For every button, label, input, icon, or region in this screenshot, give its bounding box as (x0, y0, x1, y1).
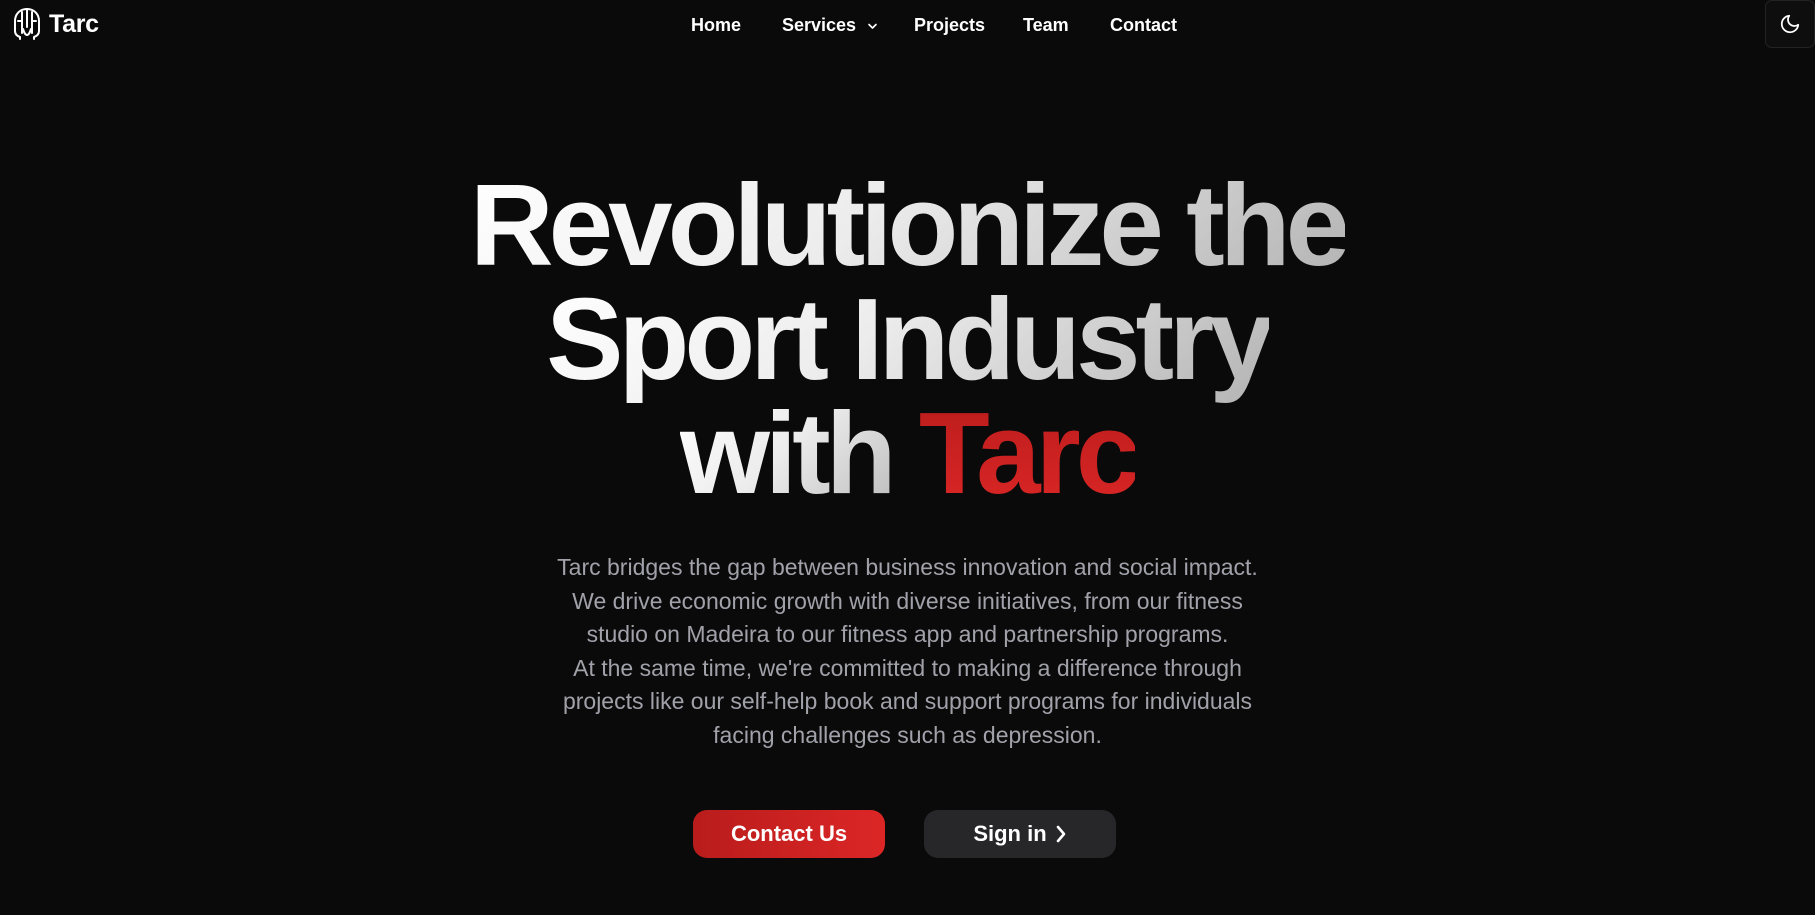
hero-description-line: At the same time, we're committed to mak… (573, 654, 1242, 681)
hero-description-line: studio on Madeira to our fitness app and… (586, 621, 1229, 648)
hero-description-line: Tarc bridges the gap between business in… (557, 554, 1258, 580)
main-nav: Home Services Projects Team Contact (0, 13, 1815, 37)
hero-title-accent: Tarc (918, 388, 1140, 518)
hero-description-line: facing challenges such as depression. (713, 721, 1102, 748)
hero-title-line-1: Revolutionize the (469, 160, 1350, 290)
hero-title-line-2: Sport Industry (546, 274, 1274, 404)
hero-description-line: projects like our self-help book and sup… (562, 688, 1253, 715)
nav-item-label: Home (691, 15, 742, 35)
nav-item-label: Services (782, 15, 857, 35)
nav-item-label: Contact (1110, 15, 1177, 35)
sign-in-label: Sign in (973, 821, 1047, 846)
top-navigation: Tarc Home Services Projects Team Contact (0, 0, 1815, 50)
sign-in-button[interactable]: Sign in (924, 810, 1116, 858)
nav-item-label: Team (1023, 15, 1069, 35)
chevron-down-icon (868, 23, 877, 30)
nav-item-contact[interactable]: Contact (1110, 13, 1177, 37)
hero-description: Tarc bridges the gap between business in… (500, 551, 1315, 753)
contact-us-button[interactable]: Contact Us (693, 810, 885, 858)
nav-item-home[interactable]: Home (691, 13, 741, 37)
nav-item-projects[interactable]: Projects (914, 13, 985, 37)
moon-icon (1780, 14, 1800, 34)
nav-item-team[interactable]: Team (1023, 13, 1069, 37)
theme-toggle-button[interactable] (1765, 0, 1815, 48)
hero-title: Revolutionize the Sport Industry with Ta… (0, 167, 1815, 511)
chevron-right-icon (1056, 825, 1065, 843)
nav-item-services[interactable]: Services (782, 13, 878, 37)
hero-title-line-3-prefix: with (679, 388, 919, 518)
contact-us-label: Contact Us (730, 821, 848, 846)
hero-description-line: We drive economic growth with diverse in… (572, 587, 1243, 614)
nav-item-label: Projects (914, 15, 986, 35)
